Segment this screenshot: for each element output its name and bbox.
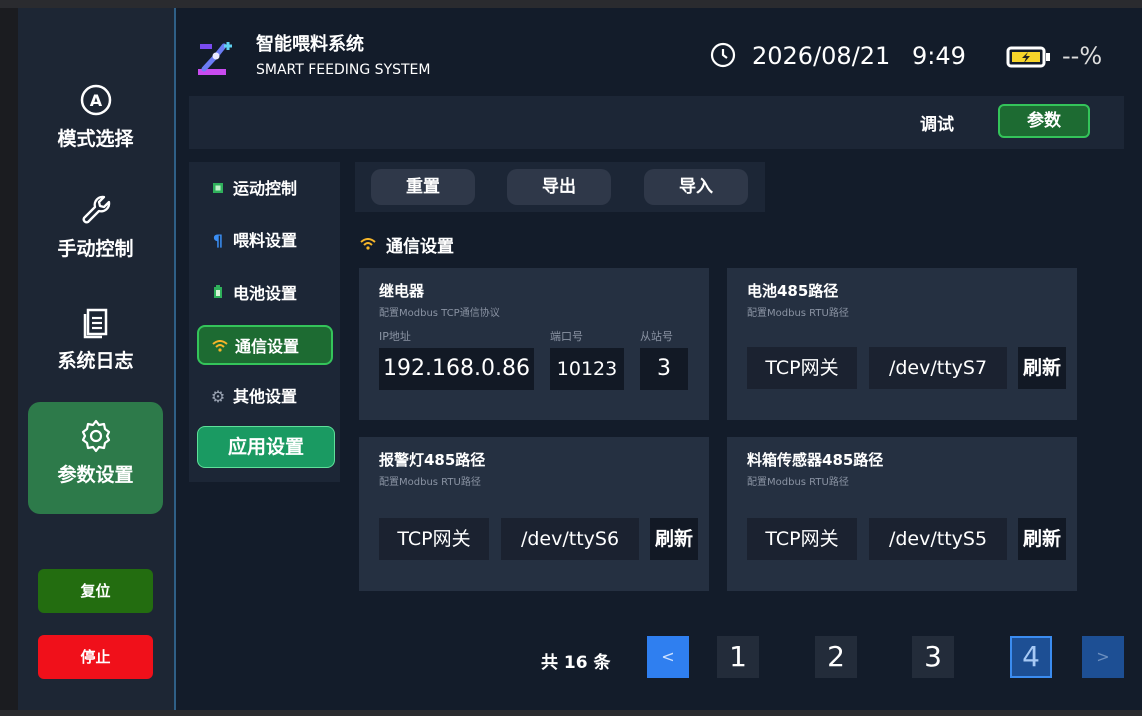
- nav-manual-control[interactable]: 手动控制: [28, 192, 163, 278]
- card-subtitle: 配置Modbus RTU路径: [379, 477, 481, 488]
- mode-select-icon: A: [80, 84, 111, 116]
- slave-input[interactable]: 3: [640, 348, 688, 390]
- bin-sensor-485-card: 料箱传感器485路径 配置Modbus RTU路径 TCP网关 /dev/tty…: [727, 437, 1077, 591]
- card-title: 电池485路径: [747, 282, 839, 300]
- pager-total: 共 16 条: [541, 653, 611, 673]
- pager-page-2[interactable]: 2: [815, 636, 857, 678]
- nav-label: 模式选择: [57, 128, 134, 150]
- submenu-label: 通信设置: [235, 337, 300, 356]
- card-subtitle: 配置Modbus TCP通信协议: [379, 308, 500, 319]
- export-button[interactable]: 导出: [507, 169, 611, 205]
- wrench-icon: [82, 195, 110, 224]
- cog-icon: ⚙: [210, 387, 226, 406]
- document-icon: [83, 308, 107, 339]
- mode-param-tab[interactable]: 参数: [998, 104, 1090, 138]
- chip-icon: [209, 169, 227, 209]
- nav-label: 系统日志: [57, 350, 134, 372]
- card-subtitle: 配置Modbus RTU路径: [747, 308, 849, 319]
- nav-label: 参数设置: [57, 464, 134, 486]
- path-select[interactable]: /dev/ttyS6: [501, 518, 639, 560]
- apply-settings-button[interactable]: 应用设置: [197, 426, 335, 468]
- pager-page-3[interactable]: 3: [912, 636, 954, 678]
- pager-page-4[interactable]: 4: [1010, 636, 1052, 678]
- card-title: 料箱传感器485路径: [747, 451, 884, 469]
- path-select[interactable]: /dev/ttyS7: [869, 347, 1007, 389]
- slave-label: 从站号: [640, 330, 673, 343]
- alarm-485-card: 报警灯485路径 配置Modbus RTU路径 TCP网关 /dev/ttyS6…: [359, 437, 709, 591]
- submenu-other[interactable]: ⚙ 其他设置: [197, 377, 333, 417]
- port-label: 端口号: [550, 330, 583, 343]
- battery-percent: --%: [1062, 42, 1103, 70]
- nav-label: 手动控制: [57, 238, 134, 260]
- pager-next-button[interactable]: >: [1082, 636, 1124, 678]
- settings-submenu: 运动控制 ¶ 喂料设置 电池设置 通信设置 ⚙ 其他设置 应用设置: [189, 162, 340, 482]
- header-time: 9:49: [912, 42, 966, 70]
- path-select[interactable]: /dev/ttyS5: [869, 518, 1007, 560]
- submenu-label: 运动控制: [233, 179, 298, 198]
- battery-charging-icon: [1006, 46, 1050, 68]
- section-title: 通信设置: [386, 237, 454, 257]
- nav-mode-select[interactable]: A 模式选择: [28, 82, 163, 168]
- import-button[interactable]: 导入: [644, 169, 748, 205]
- submenu-communication[interactable]: 通信设置: [197, 325, 333, 365]
- mode-debug-tab[interactable]: 调试: [920, 110, 954, 135]
- submenu-feeding[interactable]: ¶ 喂料设置: [197, 221, 333, 261]
- gear-icon: [81, 419, 110, 453]
- card-title: 继电器: [379, 282, 425, 300]
- nav-param-settings[interactable]: 参数设置: [28, 402, 163, 514]
- ip-label: IP地址: [379, 330, 411, 343]
- wifi-icon: [360, 238, 376, 250]
- refresh-button[interactable]: 刷新: [1018, 518, 1066, 560]
- svg-text:A: A: [89, 91, 102, 110]
- battery-icon: [209, 274, 227, 314]
- window-bottom-strip: [0, 710, 1142, 716]
- submenu-label: 喂料设置: [233, 231, 298, 250]
- refresh-button[interactable]: 刷新: [1018, 347, 1066, 389]
- robot-arm-logo-icon: [198, 42, 232, 75]
- relay-card: 继电器 配置Modbus TCP通信协议 IP地址 端口号 从站号 192.16…: [359, 268, 709, 420]
- battery-485-card: 电池485路径 配置Modbus RTU路径 TCP网关 /dev/ttyS7 …: [727, 268, 1077, 420]
- card-title: 报警灯485路径: [379, 451, 486, 469]
- gateway-select[interactable]: TCP网关: [379, 518, 489, 560]
- port-input[interactable]: 10123: [550, 348, 624, 390]
- nav-system-log[interactable]: 系统日志: [28, 304, 163, 390]
- submenu-label: 电池设置: [233, 284, 298, 303]
- main-sidebar: A 模式选择 手动控制 系统日志 参数设置 复位 停止: [18, 8, 176, 710]
- app-title: 智能喂料系统: [256, 34, 364, 55]
- reset-button[interactable]: 复位: [38, 569, 153, 613]
- window-top-strip: [0, 0, 1142, 8]
- submenu-label: 其他设置: [233, 387, 298, 406]
- stop-button[interactable]: 停止: [38, 635, 153, 679]
- header-date: 2026/08/21: [752, 42, 891, 70]
- utensils-icon: ¶: [212, 231, 224, 250]
- reset-params-button[interactable]: 重置: [371, 169, 475, 205]
- submenu-battery[interactable]: 电池设置: [197, 274, 333, 314]
- submenu-motion-control[interactable]: 运动控制: [197, 169, 333, 209]
- action-toolbar: 重置 导出 导入: [355, 162, 765, 212]
- mode-bar: [189, 96, 1124, 149]
- wifi-icon: [211, 327, 229, 367]
- refresh-button[interactable]: 刷新: [650, 518, 698, 560]
- pager-prev-button[interactable]: <: [647, 636, 689, 678]
- ip-input[interactable]: 192.168.0.86: [379, 348, 534, 390]
- app-subtitle: SMART FEEDING SYSTEM: [256, 62, 431, 78]
- window-left-edge: [0, 8, 18, 710]
- gateway-select[interactable]: TCP网关: [747, 518, 857, 560]
- gateway-select[interactable]: TCP网关: [747, 347, 857, 389]
- clock-icon: [710, 42, 736, 68]
- pager-page-1[interactable]: 1: [717, 636, 759, 678]
- card-subtitle: 配置Modbus RTU路径: [747, 477, 849, 488]
